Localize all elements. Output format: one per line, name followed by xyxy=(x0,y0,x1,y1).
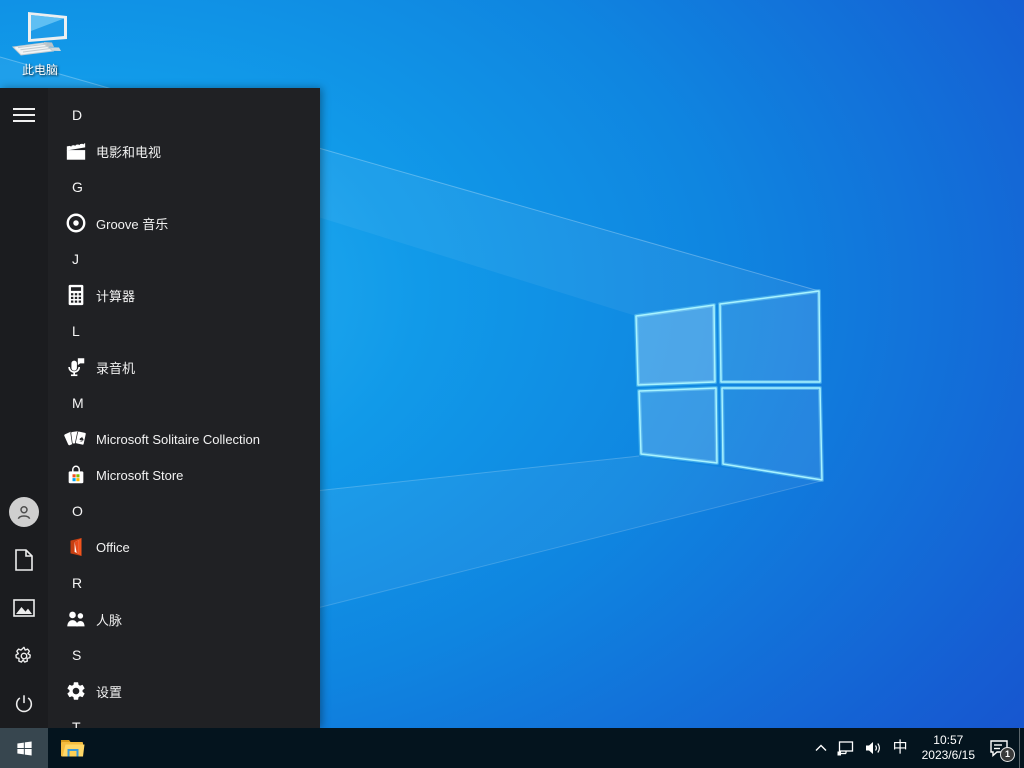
action-center-button[interactable]: 1 xyxy=(983,728,1019,768)
app-label: 计算器 xyxy=(96,286,135,305)
app-item-settings[interactable]: 设置 xyxy=(48,673,320,709)
app-label: 电影和电视 xyxy=(96,142,161,161)
ethernet-network-icon xyxy=(837,740,855,756)
app-group-header-R[interactable]: R xyxy=(48,565,320,601)
start-button[interactable] xyxy=(0,728,48,768)
microsoft-store-icon xyxy=(64,463,88,487)
chevron-up-icon xyxy=(815,744,827,752)
show-desktop-button[interactable] xyxy=(1019,728,1024,768)
app-item-calculator[interactable]: 计算器 xyxy=(48,277,320,313)
app-group-header-G[interactable]: G xyxy=(48,169,320,205)
system-tray: 中 10:57 2023/6/15 1 xyxy=(810,728,1024,768)
app-item-groove-music[interactable]: Groove 音乐 xyxy=(48,205,320,241)
pictures-icon xyxy=(13,599,35,617)
app-label: Groove 音乐 xyxy=(96,214,168,233)
desktop-icon-this-pc[interactable]: 此电脑 xyxy=(6,5,74,77)
start-menu-rail xyxy=(0,88,48,728)
app-group-header-T[interactable]: T xyxy=(48,709,320,728)
movies-tv-icon xyxy=(64,139,88,163)
groove-music-icon xyxy=(64,211,88,235)
app-label: Microsoft Store xyxy=(96,468,183,483)
show-hidden-icons-button[interactable] xyxy=(810,728,832,768)
ime-indicator-button[interactable]: 中 xyxy=(887,728,914,768)
volume-button[interactable] xyxy=(860,728,887,768)
calculator-icon xyxy=(64,283,88,307)
notification-badge: 1 xyxy=(1000,747,1015,762)
app-group-header-O[interactable]: O xyxy=(48,493,320,529)
pictures-button[interactable] xyxy=(0,584,48,632)
start-menu: D 电影和电视 G xyxy=(0,88,320,728)
documents-button[interactable] xyxy=(0,536,48,584)
app-item-voice-recorder[interactable]: 录音机 xyxy=(48,349,320,385)
hamburger-icon xyxy=(13,107,35,123)
taskbar-clock[interactable]: 10:57 2023/6/15 xyxy=(914,733,983,763)
app-label: 设置 xyxy=(96,682,122,701)
desktop: 此电脑 xyxy=(0,0,1024,768)
office-icon xyxy=(64,535,88,559)
expand-menu-button[interactable] xyxy=(0,91,48,139)
taskbar: 中 10:57 2023/6/15 1 xyxy=(0,728,1024,768)
app-group-header-L[interactable]: L xyxy=(48,313,320,349)
user-avatar-icon xyxy=(9,497,39,527)
file-explorer-button[interactable] xyxy=(48,728,96,768)
voice-recorder-icon xyxy=(64,355,88,379)
speaker-volume-icon xyxy=(865,740,882,756)
app-group-header-D[interactable]: D xyxy=(48,97,320,133)
app-item-office[interactable]: Office xyxy=(48,529,320,565)
settings-gear-icon xyxy=(64,679,88,703)
app-item-microsoft-store[interactable]: Microsoft Store xyxy=(48,457,320,493)
app-label: Microsoft Solitaire Collection xyxy=(96,432,260,447)
clock-time: 10:57 xyxy=(922,733,975,748)
documents-icon xyxy=(14,549,34,571)
people-icon xyxy=(64,607,88,631)
network-button[interactable] xyxy=(832,728,860,768)
rail-settings-button[interactable] xyxy=(0,632,48,680)
file-explorer-icon xyxy=(59,736,85,760)
windows-logo-icon xyxy=(15,739,34,758)
this-pc-icon xyxy=(11,5,69,57)
power-button[interactable] xyxy=(0,680,48,728)
app-label: Office xyxy=(96,540,130,555)
app-group-header-J[interactable]: J xyxy=(48,241,320,277)
app-group-header-S[interactable]: S xyxy=(48,637,320,673)
start-menu-app-list: D 电影和电视 G xyxy=(48,88,320,728)
user-account-button[interactable] xyxy=(0,488,48,536)
power-icon xyxy=(13,693,35,715)
this-pc-label: 此电脑 xyxy=(6,63,74,77)
app-group-header-M[interactable]: M xyxy=(48,385,320,421)
app-item-people[interactable]: 人脉 xyxy=(48,601,320,637)
app-item-solitaire[interactable]: ♠ Microsoft Solitaire Collection xyxy=(48,421,320,457)
app-item-movies-tv[interactable]: 电影和电视 xyxy=(48,133,320,169)
solitaire-icon: ♠ xyxy=(64,427,88,451)
settings-icon xyxy=(13,645,35,667)
clock-date: 2023/6/15 xyxy=(922,748,975,763)
app-label: 录音机 xyxy=(96,358,135,377)
app-label: 人脉 xyxy=(96,610,122,629)
